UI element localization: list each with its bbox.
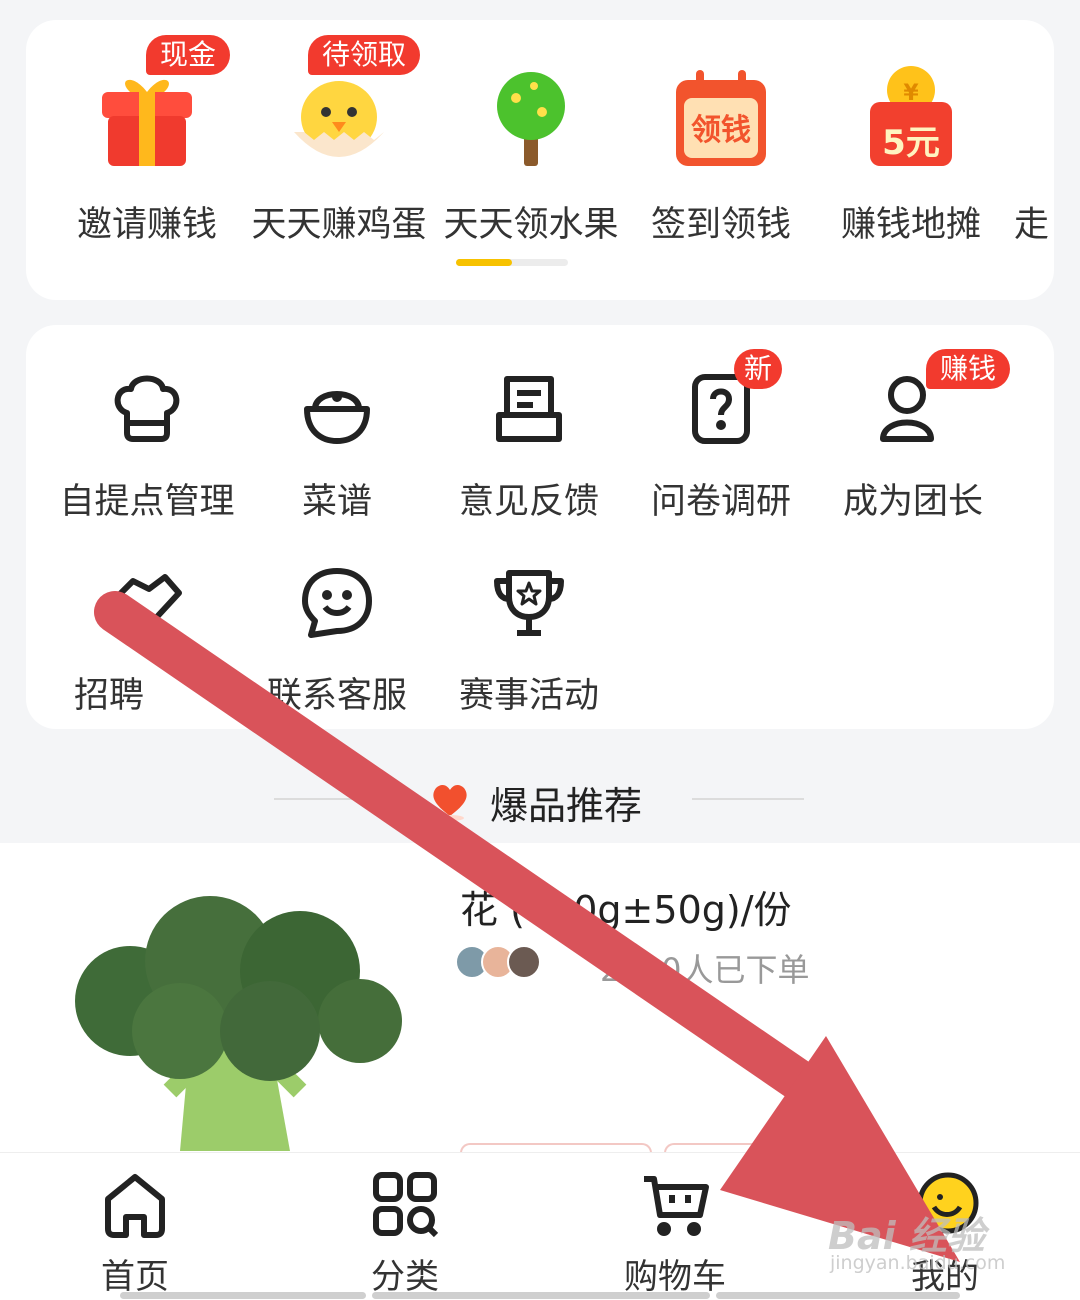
earn-label: 签到领钱 [650, 205, 791, 245]
product-card[interactable]: 花 (400g±50g)/份 2030人已下单 [0, 843, 1080, 1167]
tab-cart[interactable]: 购物车 [575, 1153, 775, 1300]
divider-left [274, 798, 386, 800]
chick-egg-icon [294, 81, 384, 157]
home-icon [105, 1174, 165, 1238]
badge-earn: 赚钱 [926, 349, 1011, 389]
service-item-events[interactable]: 赛事活动 [434, 563, 624, 716]
service-item-recipe[interactable]: 菜谱 [242, 369, 432, 522]
service-item-pickup[interactable]: 自提点管理 [52, 369, 242, 522]
badge-pending: 待领取 [308, 35, 421, 75]
feedback-box-icon [496, 376, 562, 442]
divider-right [692, 798, 804, 800]
recommend-title: 爆品推荐 [490, 784, 643, 828]
earn-label: 赚钱地摊 [840, 205, 981, 245]
service-card: 自提点管理 菜谱 意见反馈 问卷调研 新 成为团长 赚钱 招聘 联系客服 赛事活… [26, 325, 1054, 729]
service-label: 自提点管理 [59, 482, 235, 522]
earn-label: 走 [1014, 205, 1050, 242]
service-item-leader[interactable]: 成为团长 [818, 369, 1008, 522]
recommend-header: 爆品推荐 [0, 770, 1080, 830]
service-item-recruit[interactable]: 招聘 [52, 563, 242, 716]
earn-item-partial[interactable]: 走 [1010, 62, 1070, 242]
avatar [507, 945, 541, 979]
handshake-icon [112, 574, 182, 622]
service-item-survey[interactable]: 问卷调研 [626, 369, 816, 522]
gift-box-icon [102, 79, 192, 166]
tab-label: 首页 [101, 1257, 169, 1297]
sold-count: 2030人已下单 [600, 951, 810, 989]
svg-text:5元: 5元 [882, 123, 940, 163]
scroll-thumb [456, 259, 512, 266]
earn-label: 邀请赚钱 [76, 205, 217, 245]
earn-card: 邀请赚钱 现金 天天赚鸡蛋 待领取 天天领水果 领钱 签到领钱 ¥ 5元 赚钱地… [26, 20, 1054, 300]
earn-label: 天天赚鸡蛋 [251, 205, 427, 245]
watermark-sub: jingyan.baidu.com [830, 1252, 1006, 1274]
broccoli-image [75, 896, 402, 1151]
tab-label: 分类 [371, 1257, 439, 1297]
chef-hat-icon [114, 375, 180, 442]
service-label: 赛事活动 [458, 676, 599, 716]
smile-chat-icon [302, 568, 372, 638]
heart-icon [433, 784, 467, 821]
home-indicator [372, 1292, 710, 1299]
service-item-feedback[interactable]: 意见反馈 [434, 369, 624, 522]
home-indicator [716, 1292, 960, 1299]
product-title: 花 (400g±50g)/份 [460, 888, 792, 932]
service-label: 意见反馈 [458, 482, 599, 522]
calendar-coin-icon: 领钱 [676, 70, 766, 166]
tab-home[interactable]: 首页 [35, 1153, 235, 1300]
cart-icon [644, 1176, 709, 1236]
service-item-support[interactable]: 联系客服 [242, 563, 432, 716]
badge-new: 新 [734, 349, 783, 389]
home-indicator [120, 1292, 366, 1299]
service-label: 成为团长 [842, 482, 983, 522]
service-label: 菜谱 [301, 482, 372, 522]
service-label: 招聘 [74, 676, 145, 716]
tab-label: 购物车 [624, 1257, 726, 1297]
svg-text:领钱: 领钱 [691, 113, 751, 148]
red-envelope-icon: ¥ 5元 [870, 66, 952, 166]
badge-cash: 现金 [146, 35, 231, 75]
tab-category[interactable]: 分类 [305, 1153, 505, 1300]
service-label: 联系客服 [266, 676, 407, 716]
fruit-tree-icon [497, 72, 565, 166]
service-label: 问卷调研 [650, 482, 791, 522]
category-icon [373, 1172, 439, 1238]
earn-label: 天天领水果 [443, 205, 619, 245]
buyer-avatars [455, 945, 565, 981]
rice-bowl-icon [304, 391, 370, 444]
trophy-icon [494, 570, 564, 636]
scroll-indicator [456, 259, 568, 266]
